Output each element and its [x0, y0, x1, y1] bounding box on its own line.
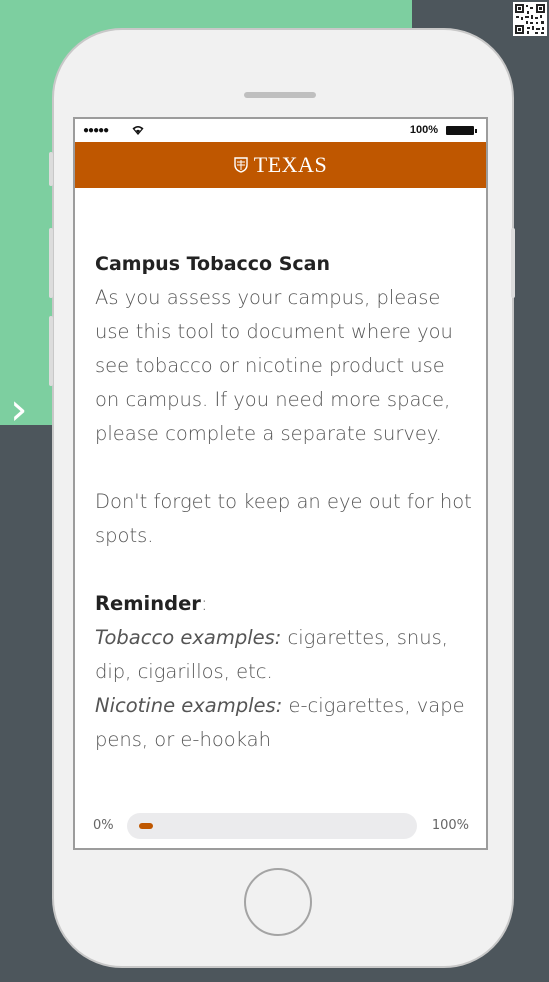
progress-max-label: 100%: [431, 818, 469, 833]
battery-percent: 100%: [409, 124, 438, 136]
reminder-label: Reminder: [95, 592, 201, 615]
side-button: [511, 228, 515, 298]
side-button: [49, 228, 53, 298]
side-button: [49, 152, 53, 186]
page-title: Campus Tobacco Scan: [95, 253, 331, 275]
progress-min-label: 0%: [93, 818, 114, 833]
tobacco-examples: Tobacco examples: cigarettes, snus, dip,…: [95, 621, 473, 689]
reminder-colon: :: [200, 592, 208, 615]
phone-screen: ●●●●● 100% TEXAS Campus Tobacco Scan As …: [73, 117, 488, 850]
hot-spots-text: Don't forget to keep an eye out for hot …: [95, 490, 472, 547]
progress-bar: 0% 100%: [93, 813, 469, 839]
side-button: [49, 316, 53, 386]
progress-track: [127, 813, 417, 839]
speaker-grille: [244, 92, 316, 98]
intro-text: As you assess your campus, please use th…: [95, 286, 453, 445]
brand-logo: TEXAS: [234, 152, 327, 178]
wifi-icon: [132, 126, 144, 135]
app-header: TEXAS: [75, 142, 486, 188]
status-bar: ●●●●● 100%: [75, 119, 486, 143]
brand-name: TEXAS: [253, 152, 328, 177]
home-button[interactable]: [244, 868, 312, 936]
reminder-heading: Reminder:: [95, 587, 473, 621]
qr-code-icon: [513, 2, 547, 36]
nicotine-examples: Nicotine examples: e-cigarettes, vape pe…: [95, 689, 473, 757]
survey-content: Campus Tobacco Scan As you assess your c…: [95, 247, 473, 757]
progress-fill: [139, 823, 153, 829]
battery-icon: [446, 126, 477, 135]
tobacco-label: Tobacco examples:: [95, 626, 282, 649]
ut-shield-icon: [234, 157, 248, 173]
signal-icon: ●●●●●: [83, 125, 109, 136]
nicotine-label: Nicotine examples:: [95, 694, 283, 717]
next-chevron-icon[interactable]: ›: [10, 388, 40, 432]
